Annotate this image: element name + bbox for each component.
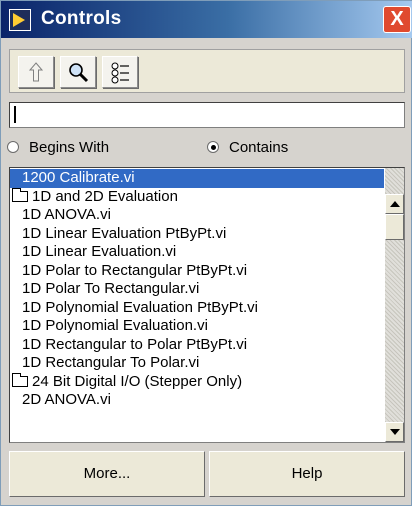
list-item-label: 1D Rectangular to Polar PtByPt.vi (22, 335, 248, 353)
search-button[interactable] (60, 56, 96, 88)
list-options-icon (111, 62, 129, 84)
list-item-label: 1200 Calibrate.vi (22, 169, 135, 186)
scroll-thumb[interactable] (385, 214, 404, 240)
list-item-label: 24 Bit Digital I/O (Stepper Only) (32, 372, 243, 390)
vi-list-item[interactable]: 1D Linear Evaluation.vi (10, 243, 384, 262)
contains-label: Contains (229, 139, 289, 156)
vi-list-item[interactable]: 1200 Calibrate.vi (10, 169, 384, 188)
list-item-label: 1D Linear Evaluation PtByPt.vi (22, 224, 227, 242)
labview-icon (9, 9, 31, 31)
vi-list-item[interactable]: 1D Polar to Rectangular PtByPt.vi (10, 262, 384, 281)
folder-list-item[interactable]: 24 Bit Digital I/O (Stepper Only) (10, 372, 384, 392)
window-title: Controls (41, 8, 122, 29)
folder-list-item[interactable]: 1D and 2D Evaluation (10, 187, 384, 207)
list-item-label: 2D ANOVA.vi (22, 391, 111, 408)
bottom-buttons: More... Help (9, 451, 405, 497)
list-items: 1200 Calibrate.vi 1D and 2D Evaluation 1D … (10, 169, 384, 442)
vi-list-item[interactable]: 1D Rectangular To Polar.vi (10, 354, 384, 373)
options-button[interactable] (102, 56, 138, 88)
list-item-label: 1D ANOVA.vi (22, 206, 111, 223)
up-button[interactable] (18, 56, 54, 88)
folder-icon (12, 372, 28, 387)
scroll-down-button[interactable] (385, 422, 404, 442)
vertical-scrollbar[interactable] (385, 168, 404, 442)
magnifier-icon (69, 63, 89, 83)
vi-list-item[interactable]: 2D ANOVA.vi (10, 391, 384, 410)
list-item-label: 1D Polynomial Evaluation.vi (22, 317, 208, 334)
title-bar[interactable]: Controls X (1, 1, 412, 38)
scroll-up-button[interactable] (385, 194, 404, 214)
list-item-label: 1D Polynomial Evaluation PtByPt.vi (22, 298, 258, 316)
list-item-label: 1D and 2D Evaluation (32, 187, 178, 205)
toolbar (9, 49, 405, 93)
vi-list-item[interactable]: 1D Rectangular to Polar PtByPt.vi (10, 336, 384, 355)
vi-list-item[interactable]: 1D ANOVA.vi (10, 206, 384, 225)
contains-radio-indicator[interactable] (207, 141, 219, 153)
list-item-label: 1D Linear Evaluation.vi (22, 243, 177, 260)
search-input[interactable] (9, 102, 405, 128)
scroll-up-arrow-icon (390, 201, 400, 207)
list-item-label: 1D Polar to Rectangular PtByPt.vi (22, 261, 248, 279)
up-arrow-icon (29, 62, 43, 82)
vi-list-item[interactable]: 1D Linear Evaluation PtByPt.vi (10, 225, 384, 244)
folder-icon (12, 187, 28, 202)
vi-list-item[interactable]: 1D Polynomial Evaluation.vi (10, 317, 384, 336)
begins-with-radio-indicator[interactable] (7, 141, 19, 153)
scroll-down-arrow-icon (390, 429, 400, 435)
begins-with-label: Begins With (29, 139, 110, 156)
text-caret (14, 105, 16, 123)
vi-list-item[interactable]: 1D Polar To Rectangular.vi (10, 280, 384, 299)
list-item-label: 1D Rectangular To Polar.vi (22, 354, 200, 371)
controls-list[interactable]: 1200 Calibrate.vi 1D and 2D Evaluation 1D … (9, 167, 405, 443)
more-button[interactable]: More... (9, 451, 205, 497)
list-item-label: 1D Polar To Rectangular.vi (22, 280, 200, 297)
begins-with-radio[interactable]: Begins With (7, 139, 109, 156)
contains-radio[interactable]: Contains (207, 139, 288, 156)
close-button[interactable]: X (383, 6, 411, 33)
controls-window: Controls X Begins With Contains 1200 Cal… (0, 0, 412, 506)
vi-list-item[interactable]: 1D Polynomial Evaluation PtByPt.vi (10, 299, 384, 318)
help-button[interactable]: Help (209, 451, 405, 497)
